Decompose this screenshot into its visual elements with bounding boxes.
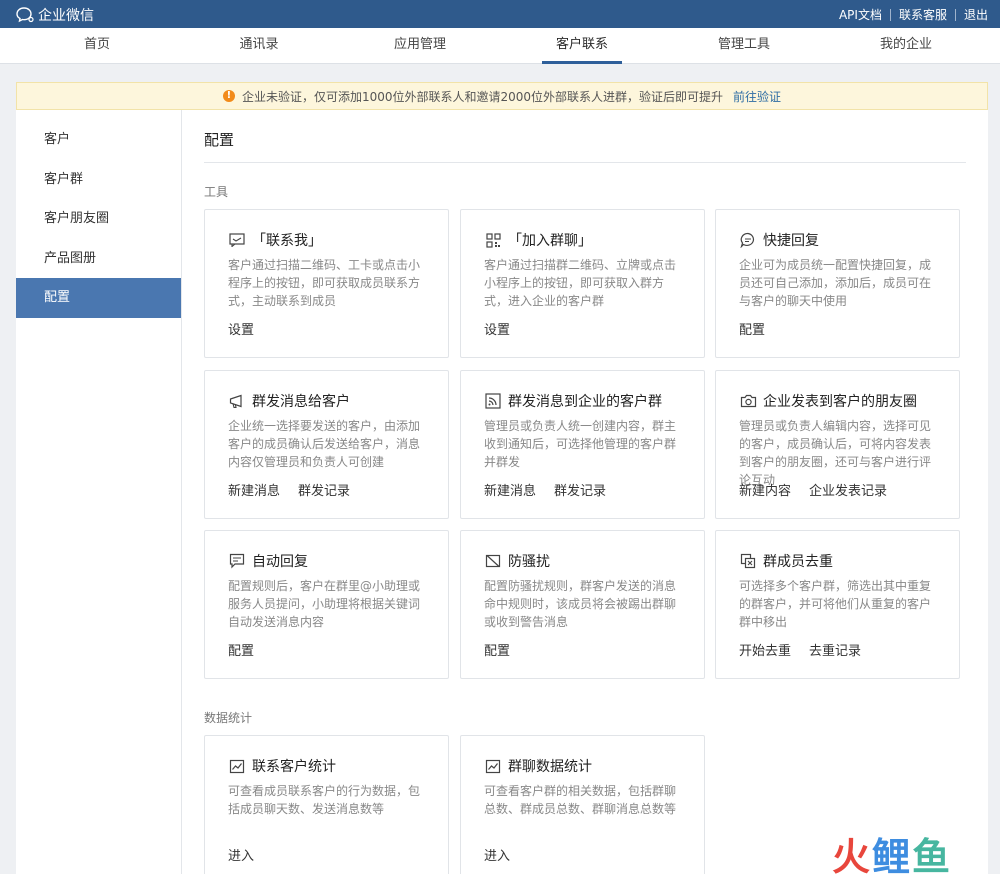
card-desc: 配置防骚扰规则，群客户发送的消息命中规则时，该成员将会被踢出群聊或收到警告消息 — [484, 579, 677, 629]
card-desc: 配置规则后，客户在群里@小助理或服务人员提问，小助理将根据关键词自动发送消息内容 — [228, 579, 421, 629]
logout-link[interactable]: 退出 — [964, 6, 988, 23]
sidebar-item-moments[interactable]: 客户朋友圈 — [16, 199, 181, 239]
main-nav: 首页 通讯录 应用管理 客户联系 管理工具 我的企业 — [0, 28, 1000, 64]
broadcast-icon — [484, 392, 502, 410]
card-title: 自动回复 — [252, 554, 308, 570]
enter-link[interactable]: 进入 — [484, 845, 510, 864]
divider — [954, 8, 956, 21]
sidebar-item-customers[interactable]: 客户 — [16, 120, 181, 160]
watermark-char: 鱼 — [912, 835, 953, 874]
divider — [889, 8, 891, 21]
card-title: 群成员去重 — [763, 554, 833, 570]
enterprise-post-records-link[interactable]: 企业发表记录 — [809, 480, 887, 499]
sidebar-item-product-catalog[interactable]: 产品图册 — [16, 239, 181, 279]
enter-link[interactable]: 进入 — [228, 845, 254, 864]
wecom-logo-icon — [16, 7, 34, 23]
watermark-logo: 火 鲤 鱼 — [832, 826, 952, 874]
verify-link[interactable]: 前往验证 — [733, 88, 781, 105]
chat-bubble-icon — [739, 231, 757, 249]
card-title: 快捷回复 — [763, 233, 819, 249]
brand-name: 企业微信 — [38, 8, 94, 24]
tab-my-enterprise[interactable]: 我的企业 — [836, 28, 976, 64]
card-title: 企业发表到客户的朋友圈 — [763, 394, 917, 410]
card-title: 群发消息到企业的客户群 — [508, 394, 662, 410]
shield-icon — [484, 552, 502, 570]
card-title: 「加入群聊」 — [508, 233, 592, 249]
section-label-tools: 工具 — [204, 185, 229, 199]
dedupe-icon — [739, 552, 757, 570]
card-anti-harassment: 防骚扰 配置防骚扰规则，群客户发送的消息命中规则时，该成员将会被踢出群聊或收到警… — [460, 530, 705, 679]
page-title: 配置 — [204, 131, 235, 149]
card-desc: 可选择多个客户群，筛选出其中重复的群客户，并可将他们从重复的客户群中移出 — [739, 579, 932, 629]
settings-link[interactable]: 设置 — [484, 319, 510, 338]
contact-support-link[interactable]: 联系客服 — [899, 6, 947, 23]
verification-notice: ! 企业未验证，仅可添加1000位外部联系人和邀请2000位外部联系人进群，验证… — [16, 82, 988, 110]
card-title: 群发消息给客户 — [252, 394, 350, 410]
card-desc: 客户通过扫描二维码、工卡或点击小程序上的按钮，即可获取成员联系方式，主动联系到成… — [228, 258, 421, 308]
main-content: 配置 工具 「联系我」 客户通过扫描二维码、工卡或点击小程序上的按钮，即可获取成… — [182, 110, 988, 874]
megaphone-icon — [228, 392, 246, 410]
card-enterprise-moments: 企业发表到客户的朋友圈 管理员或负责人编辑内容，选择可见的客户，成员确认后，可将… — [715, 370, 960, 519]
mass-send-records-link[interactable]: 群发记录 — [554, 480, 606, 499]
brand[interactable]: 企业微信 — [16, 5, 94, 25]
card-join-group: 「加入群聊」 客户通过扫描群二维码、立牌或点击小程序上的按钮，即可获取入群方式，… — [460, 209, 705, 358]
configure-link[interactable]: 配置 — [739, 319, 765, 338]
tab-home[interactable]: 首页 — [27, 28, 167, 64]
card-group-chat-stats: 群聊数据统计 可查看客户群的相关数据，包括群聊总数、群成员总数、群聊消息总数等 … — [460, 735, 705, 874]
card-desc: 可查看成员联系客户的行为数据，包括成员聊天数、发送消息数等 — [228, 784, 421, 816]
sidebar-item-config[interactable]: 配置 — [16, 278, 181, 318]
tab-contacts[interactable]: 通讯录 — [189, 28, 329, 64]
card-auto-reply: 自动回复 配置规则后，客户在群里@小助理或服务人员提问，小助理将根据关键词自动发… — [204, 530, 449, 679]
card-desc: 可查看客户群的相关数据，包括群聊总数、群成员总数、群聊消息总数等 — [484, 784, 677, 816]
card-group-dedupe: 群成员去重 可选择多个客户群，筛选出其中重复的群客户，并可将他们从重复的客户群中… — [715, 530, 960, 679]
dedupe-records-link[interactable]: 去重记录 — [809, 640, 861, 659]
line-chart-icon — [484, 757, 502, 775]
card-contact-me: 「联系我」 客户通过扫描二维码、工卡或点击小程序上的按钮，即可获取成员联系方式，… — [204, 209, 449, 358]
settings-link[interactable]: 设置 — [228, 319, 254, 338]
api-docs-link[interactable]: API文档 — [839, 6, 882, 23]
watermark-char: 鲤 — [872, 835, 913, 874]
card-desc: 管理员或负责人编辑内容，选择可见的客户，成员确认后，可将内容发表到客户的朋友圈，… — [739, 419, 932, 487]
card-title: 「联系我」 — [252, 233, 322, 249]
card-desc: 企业可为成员统一配置快捷回复，成员还可自己添加，添加后，成员可在与客户的聊天中使… — [739, 258, 932, 308]
sidebar-item-customer-groups[interactable]: 客户群 — [16, 160, 181, 200]
card-mass-message-groups: 群发消息到企业的客户群 管理员或负责人统一创建内容，群主收到通知后，可选择他管理… — [460, 370, 705, 519]
warning-icon: ! — [222, 90, 235, 102]
card-title: 防骚扰 — [508, 554, 550, 570]
start-dedupe-link[interactable]: 开始去重 — [739, 640, 791, 659]
card-title: 联系客户统计 — [252, 759, 336, 775]
auto-reply-icon — [228, 552, 246, 570]
new-message-link[interactable]: 新建消息 — [228, 480, 280, 499]
camera-icon — [739, 392, 757, 410]
tab-management-tools[interactable]: 管理工具 — [674, 28, 814, 64]
card-desc: 企业统一选择要发送的客户，由添加客户的成员确认后发送给客户，消息内容仅管理员和负… — [228, 419, 421, 469]
card-quick-reply: 快捷回复 企业可为成员统一配置快捷回复，成员还可自己添加，添加后，成员可在与客户… — [715, 209, 960, 358]
card-desc: 管理员或负责人统一创建内容，群主收到通知后，可选择他管理的客户群并群发 — [484, 419, 677, 469]
tab-app-management[interactable]: 应用管理 — [350, 28, 490, 64]
card-title: 群聊数据统计 — [508, 759, 592, 775]
top-links: API文档 联系客服 退出 — [839, 6, 988, 23]
card-customer-contact-stats: 联系客户统计 可查看成员联系客户的行为数据，包括成员聊天数、发送消息数等 进入 — [204, 735, 449, 874]
line-chart-icon — [228, 757, 246, 775]
configure-link[interactable]: 配置 — [484, 640, 510, 659]
sidebar: 客户 客户群 客户朋友圈 产品图册 配置 — [16, 110, 182, 874]
tab-customer-contact[interactable]: 客户联系 — [512, 28, 652, 64]
mass-send-records-link[interactable]: 群发记录 — [298, 480, 350, 499]
card-desc: 客户通过扫描群二维码、立牌或点击小程序上的按钮，即可获取入群方式，进入企业的客户… — [484, 258, 677, 308]
section-label-data-stats: 数据统计 — [204, 711, 253, 725]
qrcode-icon — [484, 231, 502, 249]
divider — [204, 162, 966, 163]
card-mass-message-customers: 群发消息给客户 企业统一选择要发送的客户，由添加客户的成员确认后发送给客户，消息… — [204, 370, 449, 519]
top-bar: 企业微信 API文档 联系客服 退出 — [0, 0, 1000, 28]
new-message-link[interactable]: 新建消息 — [484, 480, 536, 499]
notice-text: 企业未验证，仅可添加1000位外部联系人和邀请2000位外部联系人进群，验证后即… — [241, 89, 724, 104]
configure-link[interactable]: 配置 — [228, 640, 254, 659]
message-icon — [228, 231, 246, 249]
new-content-link[interactable]: 新建内容 — [739, 480, 791, 499]
watermark-char: 火 — [832, 835, 873, 874]
